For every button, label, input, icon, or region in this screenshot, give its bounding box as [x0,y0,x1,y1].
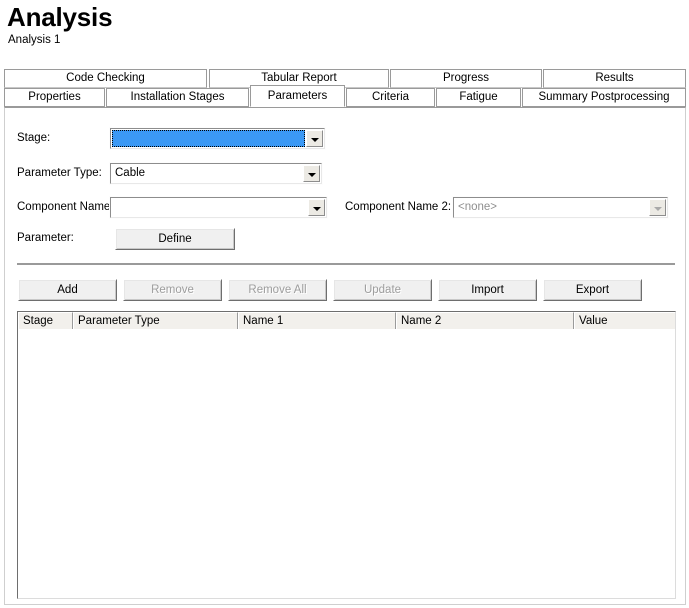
tab-criteria[interactable]: Criteria [346,88,435,107]
tab-summary-postprocessing[interactable]: Summary Postprocessing [522,88,686,107]
chevron-down-icon[interactable] [303,165,320,182]
chevron-down-icon[interactable] [308,199,325,216]
component-name-2-combobox[interactable]: <none> [453,197,668,218]
parameter-type-value: Cable [115,164,301,183]
component-name-2-value: <none> [458,198,647,217]
parameter-type-label: Parameter Type: [17,167,102,179]
tab-fatigue[interactable]: Fatigue [436,88,521,107]
column-header-stage[interactable]: Stage [18,312,73,329]
tab-code-checking[interactable]: Code Checking [4,69,207,88]
tab-label: Properties [28,91,80,103]
tab-row-upper: Code Checking Tabular Report Progress Re… [4,69,686,88]
export-button[interactable]: Export [543,279,642,301]
tab-label: Parameters [268,90,327,102]
component-name-combobox[interactable] [110,197,327,218]
table-body[interactable] [18,329,675,598]
tab-label: Summary Postprocessing [538,91,669,103]
component-name-label: Component Name: [17,201,114,213]
import-button[interactable]: Import [438,279,537,301]
column-header-value[interactable]: Value [574,312,675,329]
tab-label: Code Checking [66,72,145,84]
add-button[interactable]: Add [18,279,117,301]
stage-combobox[interactable] [110,128,325,149]
column-header-parameter-type[interactable]: Parameter Type [73,312,238,329]
component-name-value [115,198,306,217]
parameters-table[interactable]: Stage Parameter Type Name 1 Name 2 Value [17,311,676,599]
analysis-parameters-window: Analysis Analysis 1 Code Checking Tabula… [0,0,689,608]
tab-row-lower: Properties Installation Stages Parameter… [4,88,686,107]
tab-properties[interactable]: Properties [4,88,105,107]
chevron-down-icon[interactable] [649,199,666,216]
tab-label: Installation Stages [131,91,225,103]
component-name-2-label: Component Name 2: [345,201,451,213]
section-divider [17,263,675,266]
tab-label: Criteria [372,91,409,103]
tab-label: Results [595,72,633,84]
column-header-name-1[interactable]: Name 1 [238,312,396,329]
remove-all-button[interactable]: Remove All [228,279,327,301]
tab-parameters[interactable]: Parameters [250,85,345,107]
parameter-label: Parameter: [17,232,74,244]
column-header-name-2[interactable]: Name 2 [396,312,574,329]
tab-results[interactable]: Results [543,69,686,88]
update-button[interactable]: Update [333,279,432,301]
table-header-row: Stage Parameter Type Name 1 Name 2 Value [18,312,675,330]
tab-installation-stages[interactable]: Installation Stages [106,88,249,107]
remove-button[interactable]: Remove [123,279,222,301]
parameters-panel: Stage: Parameter Type: Cable Component N… [4,107,686,605]
tab-strip: Code Checking Tabular Report Progress Re… [4,69,686,109]
parameter-type-combobox[interactable]: Cable [110,163,322,184]
tab-label: Progress [443,72,489,84]
define-button[interactable]: Define [115,228,235,250]
tab-label: Tabular Report [261,72,336,84]
chevron-down-icon[interactable] [306,130,323,147]
page-title: Analysis [7,2,112,32]
tab-label: Fatigue [459,91,497,103]
page-subtitle: Analysis 1 [8,34,60,46]
stage-selected-value [112,130,305,147]
tab-progress[interactable]: Progress [390,69,542,88]
stage-label: Stage: [17,132,50,144]
